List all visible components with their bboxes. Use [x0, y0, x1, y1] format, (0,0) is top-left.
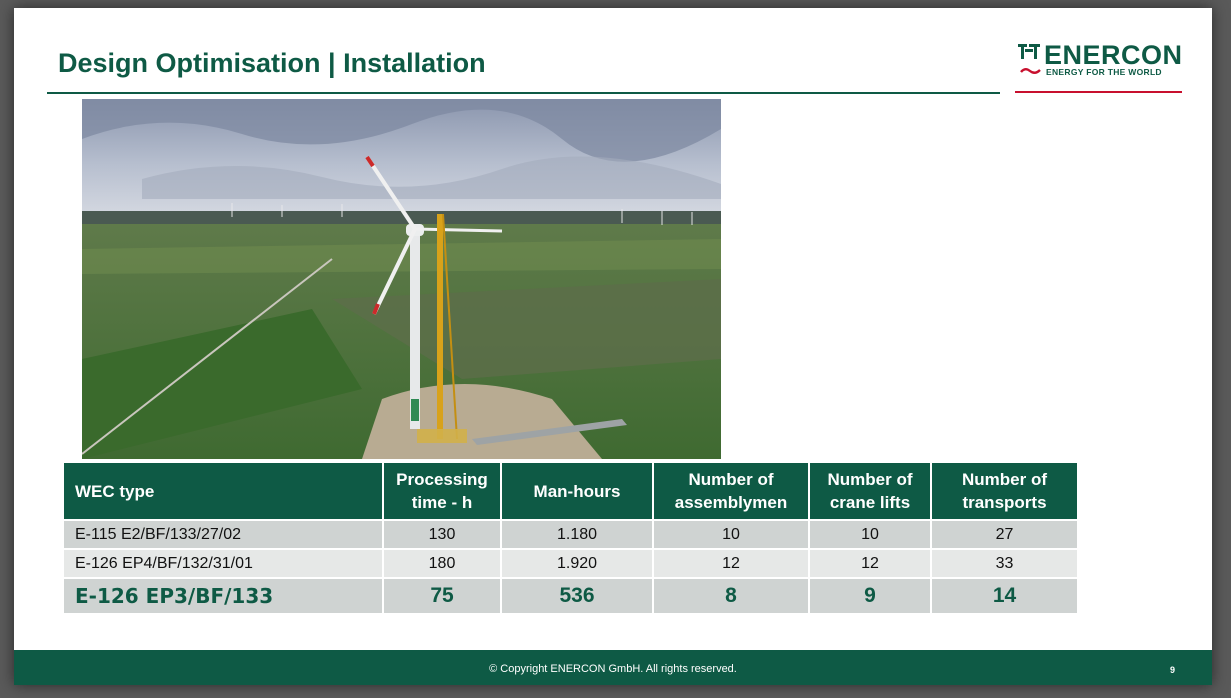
- cell-assemblymen: 10: [652, 519, 810, 550]
- cell-wec-type: E-115 E2/BF/133/27/02: [62, 519, 384, 550]
- wec-comparison-table: WEC type Processing time - h Man-hours N…: [62, 461, 1079, 615]
- header-transports-line1: Number of: [962, 470, 1047, 489]
- cell-transports: 33: [930, 548, 1079, 579]
- title-divider: [47, 92, 1000, 94]
- header-wec-type: WEC type: [62, 461, 384, 521]
- header-transports-line2: transports: [962, 493, 1047, 512]
- logo-tagline: ENERGY FOR THE WORLD: [1046, 67, 1162, 77]
- header-crane-line1: Number of: [827, 470, 913, 489]
- cell-processing-time: 180: [382, 548, 502, 579]
- table-row: E-126 EP4/BF/132/31/01 180 1.920 12 12 3…: [62, 548, 1079, 579]
- cell-transports: 27: [930, 519, 1079, 550]
- cell-crane-lifts: 12: [808, 548, 932, 579]
- cell-wec-type: E-126 EP3/BF/133: [62, 577, 384, 615]
- cell-assemblymen: 12: [652, 548, 810, 579]
- table-header-row: WEC type Processing time - h Man-hours N…: [62, 461, 1079, 521]
- logo-mark-icon: [1018, 44, 1040, 59]
- page-number: 9: [1170, 665, 1176, 675]
- header-transports: Number of transports: [930, 461, 1079, 521]
- cell-man-hours: 536: [500, 577, 654, 615]
- cell-transports: 14: [930, 577, 1079, 615]
- header-man-hours: Man-hours: [500, 461, 654, 521]
- header-crane-lifts: Number of crane lifts: [808, 461, 932, 521]
- cell-processing-time: 130: [382, 519, 502, 550]
- header-assemblymen: Number of assemblymen: [652, 461, 810, 521]
- cell-processing-time: 75: [382, 577, 502, 615]
- footer-bar: © Copyright ENERCON GmbH. All rights res…: [14, 650, 1212, 685]
- slide-title: Design Optimisation | Installation: [58, 48, 486, 78]
- header-processing-line1: Processing: [396, 470, 488, 489]
- cell-man-hours: 1.180: [500, 519, 654, 550]
- enercon-logo: ENERCON ENERGY FOR THE WORLD: [1018, 41, 1184, 95]
- table-row-highlight: E-126 EP3/BF/133 75 536 8 9 14: [62, 577, 1079, 615]
- cell-wec-type: E-126 EP4/BF/132/31/01: [62, 548, 384, 579]
- header-assemblymen-line1: Number of: [688, 470, 774, 489]
- header-processing-line2: time - h: [411, 493, 473, 512]
- cell-man-hours: 1.920: [500, 548, 654, 579]
- table-row: E-115 E2/BF/133/27/02 130 1.180 10 10 27: [62, 519, 1079, 550]
- turbine-photo-image: [82, 99, 721, 459]
- slide: Design Optimisation | Installation ENERC…: [14, 8, 1212, 685]
- header-assemblymen-line2: assemblymen: [674, 493, 788, 512]
- header-crane-line2: crane lifts: [829, 493, 911, 512]
- cell-assemblymen: 8: [652, 577, 810, 615]
- turbine-photo: [82, 99, 721, 459]
- copyright-text: © Copyright ENERCON GmbH. All rights res…: [489, 663, 737, 675]
- cell-crane-lifts: 10: [808, 519, 932, 550]
- logo-wave-icon: [1020, 68, 1041, 74]
- header-processing-time: Processing time - h: [382, 461, 502, 521]
- logo-wordmark: ENERCON: [1044, 40, 1183, 70]
- logo-divider: [1015, 91, 1182, 93]
- cell-crane-lifts: 9: [808, 577, 932, 615]
